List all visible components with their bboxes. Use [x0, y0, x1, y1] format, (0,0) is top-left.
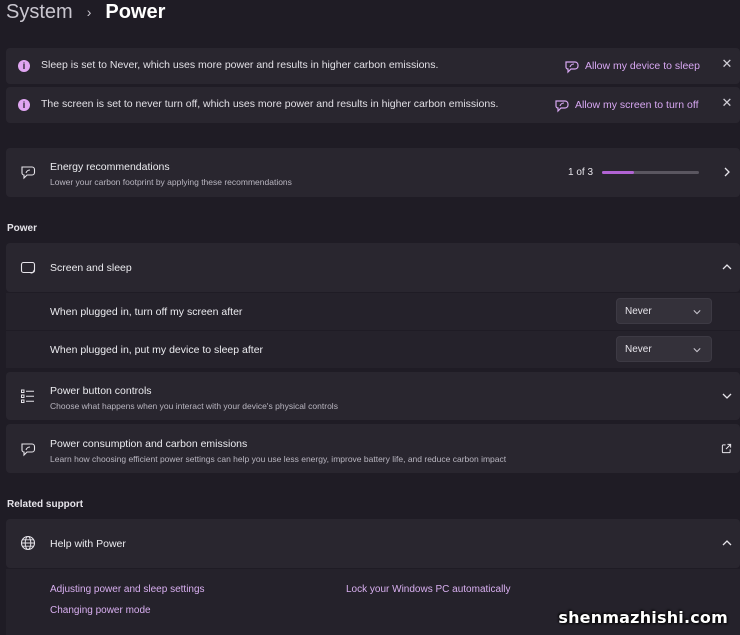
chevron-down-icon: [722, 393, 732, 399]
breadcrumb-system[interactable]: System: [6, 1, 73, 24]
screen-off-label: When plugged in, turn off my screen afte…: [50, 306, 243, 318]
progress-text: 1 of 3: [568, 167, 594, 178]
power-consumption-card[interactable]: Power consumption and carbon emissions L…: [6, 424, 740, 473]
allow-screen-off-label: Allow my screen to turn off: [575, 99, 699, 111]
leaf-icon: [565, 61, 579, 74]
chevron-down-icon: [693, 348, 701, 353]
close-icon[interactable]: ✕: [720, 57, 734, 71]
section-heading-related-support: Related support: [7, 499, 84, 510]
breadcrumb-separator: ›: [86, 4, 92, 20]
progress-bar: [602, 171, 699, 174]
globe-icon: [20, 535, 36, 551]
notice-message: Sleep is set to Never, which uses more p…: [41, 59, 439, 71]
device-sleep-value: Never: [625, 343, 652, 355]
section-heading-power: Power: [7, 223, 38, 234]
power-button-subtitle: Choose what happens when you interact wi…: [50, 401, 338, 411]
screen-sleep-icon: [20, 261, 36, 274]
leaf-icon: [21, 166, 36, 180]
energy-recommendations-card[interactable]: Energy recommendations Lower your carbon…: [6, 148, 740, 197]
device-sleep-row: When plugged in, put my device to sleep …: [6, 331, 740, 368]
close-icon[interactable]: ✕: [720, 96, 734, 110]
energy-subtitle: Lower your carbon footprint by applying …: [50, 177, 292, 187]
screen-off-row: When plugged in, turn off my screen afte…: [6, 293, 740, 330]
chevron-down-icon: [693, 310, 701, 315]
info-icon: i: [18, 60, 30, 72]
energy-title: Energy recommendations: [50, 161, 170, 173]
leaf-icon: [21, 443, 36, 457]
chevron-right-icon: [724, 167, 730, 177]
open-external-icon: [721, 443, 732, 454]
allow-sleep-label: Allow my device to sleep: [585, 60, 700, 72]
power-button-title: Power button controls: [50, 385, 152, 397]
watermark: shenmazhishi.com: [558, 608, 728, 627]
breadcrumb: System › Power: [6, 0, 165, 28]
power-consumption-subtitle: Learn how choosing efficient power setti…: [50, 454, 507, 464]
help-with-power-expander[interactable]: Help with Power: [6, 519, 740, 568]
info-icon: i: [18, 99, 30, 111]
notice-message: The screen is set to never turn off, whi…: [41, 98, 499, 110]
allow-screen-off-link[interactable]: Allow my screen to turn off: [554, 97, 699, 113]
power-button-controls-card[interactable]: Power button controls Choose what happen…: [6, 372, 740, 420]
screen-notice: i The screen is set to never turn off, w…: [6, 87, 740, 123]
allow-sleep-link[interactable]: Allow my device to sleep: [564, 58, 700, 74]
device-sleep-dropdown[interactable]: Never: [616, 336, 712, 362]
sleep-notice: i Sleep is set to Never, which uses more…: [6, 48, 740, 84]
chevron-up-icon[interactable]: [722, 262, 732, 272]
help-link-adjusting-power[interactable]: Adjusting power and sleep settings: [50, 584, 205, 595]
leaf-icon: [555, 100, 569, 113]
screen-off-value: Never: [625, 305, 652, 317]
progress-fill: [602, 171, 635, 174]
screen-off-dropdown[interactable]: Never: [616, 298, 712, 324]
chevron-up-icon[interactable]: [722, 538, 732, 548]
help-link-lock-pc[interactable]: Lock your Windows PC automatically: [346, 584, 511, 595]
help-title: Help with Power: [50, 538, 126, 550]
list-icon: [21, 389, 34, 403]
page-title: Power: [105, 0, 166, 23]
screen-sleep-expander[interactable]: Screen and sleep: [6, 243, 740, 292]
power-consumption-title: Power consumption and carbon emissions: [50, 438, 248, 450]
screen-sleep-title: Screen and sleep: [50, 262, 132, 274]
device-sleep-label: When plugged in, put my device to sleep …: [50, 344, 264, 356]
help-link-power-mode[interactable]: Changing power mode: [50, 605, 151, 616]
